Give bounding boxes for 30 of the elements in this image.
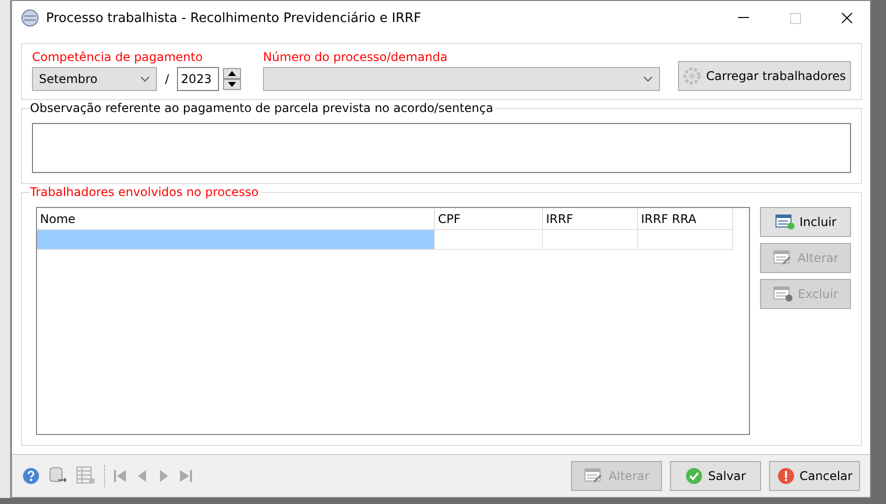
window-title: Processo trabalhista - Recolhimento Previdenciário e IRRF [46, 10, 422, 26]
group-label: Observação referente ao pagamento de parcela prevista no acordo/sentença [30, 101, 496, 115]
save-button[interactable]: Salvar [670, 461, 761, 491]
load-workers-button[interactable]: Carregar trabalhadores [678, 61, 851, 91]
list-icon [772, 286, 793, 302]
gear-icon [683, 67, 702, 85]
list-icon [772, 250, 793, 266]
note-field[interactable] [32, 123, 851, 173]
list-icon [774, 214, 795, 230]
table-icon[interactable] [76, 466, 96, 486]
year-field[interactable]: 2023 [177, 67, 220, 91]
close-icon[interactable] [841, 12, 853, 24]
check-icon [685, 467, 704, 485]
help-icon[interactable] [22, 467, 40, 485]
chevron-down-icon [643, 76, 654, 82]
cancel-button[interactable]: Cancelar [769, 461, 860, 491]
list-icon [584, 468, 604, 484]
separator-text: / [165, 72, 170, 86]
minimize-icon[interactable] [738, 17, 748, 19]
app-icon [20, 8, 40, 28]
add-button[interactable]: Incluir [760, 207, 851, 237]
process-dropdown[interactable] [263, 67, 660, 91]
alert-icon [776, 467, 795, 485]
last-icon[interactable] [179, 468, 193, 484]
month-dropdown[interactable]: Setembro [32, 67, 157, 91]
chevron-down-icon [140, 76, 150, 82]
first-icon[interactable] [113, 468, 127, 484]
group-label: Trabalhadores envolvidos no processo [30, 185, 261, 199]
maximize-icon[interactable] [790, 12, 800, 24]
spinner-icon[interactable] [223, 68, 242, 90]
